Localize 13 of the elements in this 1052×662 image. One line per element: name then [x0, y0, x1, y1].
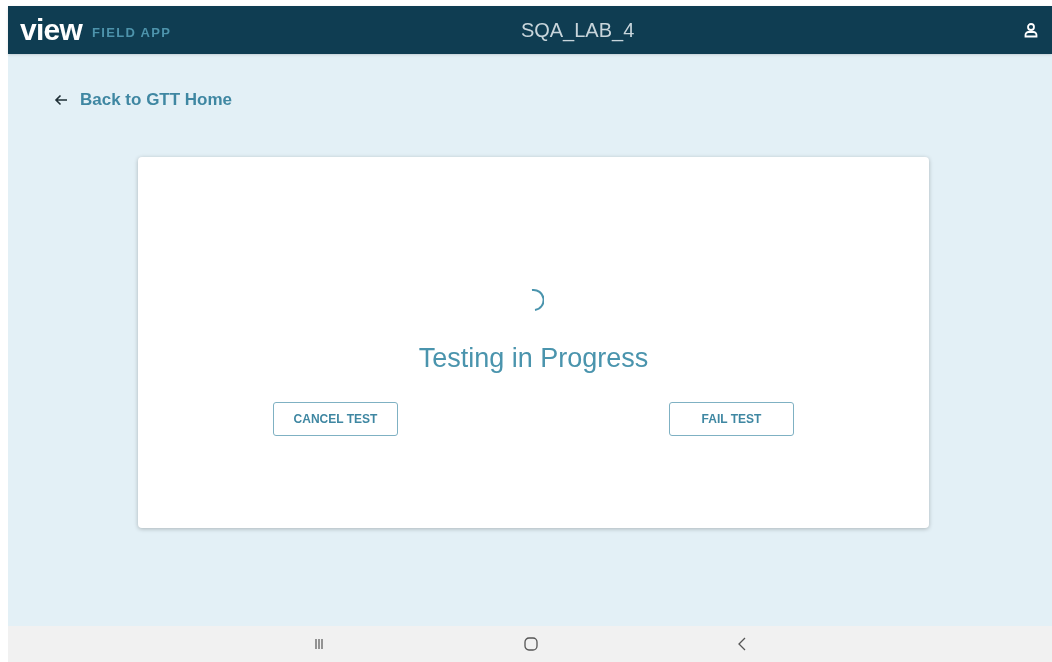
recents-icon[interactable] — [314, 638, 324, 650]
back-icon[interactable] — [738, 637, 746, 651]
back-link[interactable]: Back to GTT Home — [54, 87, 233, 113]
site-title: SQA_LAB_4 — [520, 18, 635, 44]
logo: view — [20, 15, 83, 45]
app-name: FIELD APP — [92, 24, 172, 43]
loading-spinner-icon — [529, 287, 544, 312]
user-icon[interactable] — [1024, 22, 1038, 38]
arrow-left-icon — [54, 93, 68, 106]
action-button[interactable]: FAIL TEST — [669, 402, 794, 436]
status-message: Testing in Progress — [418, 341, 649, 375]
home-icon[interactable] — [524, 637, 538, 651]
action-button[interactable]: CANCEL TEST — [273, 402, 398, 436]
